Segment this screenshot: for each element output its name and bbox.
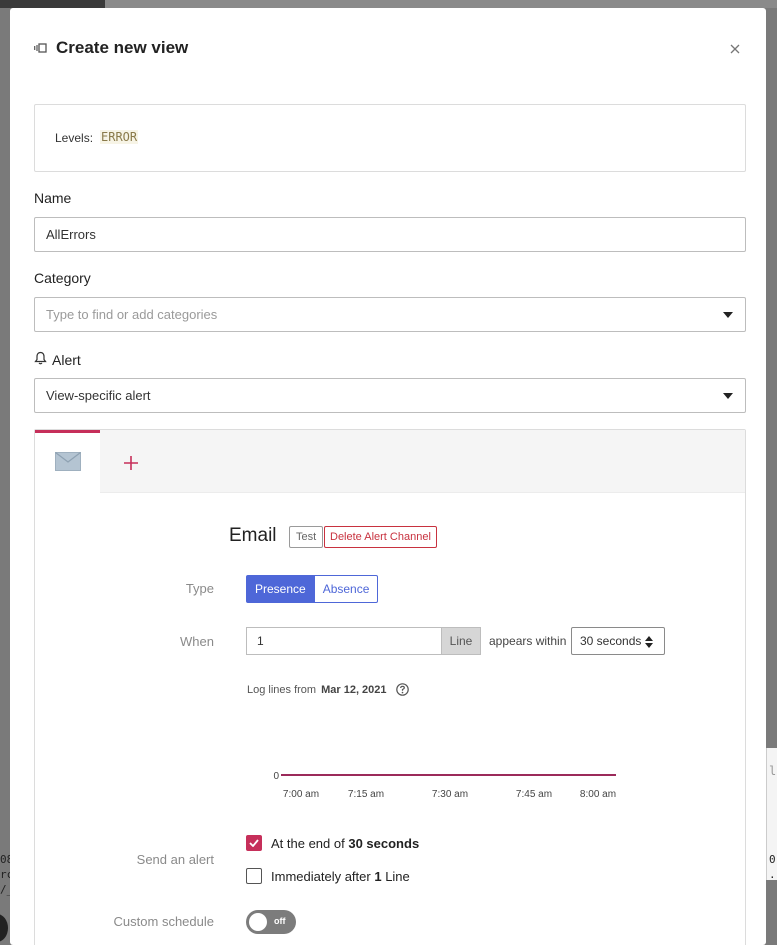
chevron-down-icon[interactable] xyxy=(723,312,733,318)
log-lines-prefix: Log lines from xyxy=(247,683,317,696)
when-label: When xyxy=(180,634,214,649)
type-presence-button[interactable]: Presence xyxy=(246,575,315,603)
create-view-modal: Create new view Levels: ERROR Name AllEr… xyxy=(10,8,766,945)
toggle-state-text: off xyxy=(274,916,286,926)
when-count-input[interactable]: 1 xyxy=(246,627,442,655)
sort-arrows-icon xyxy=(645,636,653,648)
log-lines-date: Mar 12, 2021 xyxy=(321,683,387,696)
category-input[interactable]: Type to find or add categories xyxy=(34,297,746,332)
category-placeholder: Type to find or add categories xyxy=(46,307,218,322)
channel-tabs xyxy=(35,430,745,494)
custom-schedule-label: Custom schedule xyxy=(113,914,214,929)
name-input[interactable]: AllErrors xyxy=(34,217,746,252)
test-button[interactable]: Test xyxy=(289,526,324,548)
when-unit-addon: Line xyxy=(441,627,481,655)
alert-label: Alert xyxy=(34,351,81,368)
chevron-down-icon[interactable] xyxy=(723,393,733,399)
x-tick-label: 7:45 am xyxy=(516,789,552,800)
option-end-of-window[interactable]: At the end of 30 seconds xyxy=(246,835,419,851)
log-lines-caption: Log lines from Mar 12, 2021 xyxy=(247,683,409,696)
name-label: Name xyxy=(34,190,72,206)
view-icon xyxy=(34,43,47,53)
alert-channel-panel: Email Test Delete Alert Channel Type Pre… xyxy=(34,429,746,945)
x-tick-label: 7:30 am xyxy=(432,789,468,800)
custom-schedule-toggle[interactable]: off xyxy=(246,910,296,934)
backdrop-text-right-top: li xyxy=(769,764,777,778)
modal-header: Create new view xyxy=(34,38,188,58)
x-tick-label: 7:15 am xyxy=(348,789,384,800)
delete-alert-channel-button[interactable]: Delete Alert Channel xyxy=(324,526,437,548)
alert-select[interactable]: View-specific alert xyxy=(34,378,746,413)
x-tick-label: 7:00 am xyxy=(283,789,319,800)
help-icon[interactable] xyxy=(395,683,409,696)
alert-label-text: Alert xyxy=(52,351,81,368)
backdrop-topbar xyxy=(105,0,777,8)
send-alert-label: Send an alert xyxy=(136,852,214,867)
checkbox-checked[interactable] xyxy=(246,835,262,851)
category-label: Category xyxy=(34,270,91,286)
appears-within-label: appears within xyxy=(489,634,567,648)
backdrop-avatar xyxy=(0,914,8,942)
type-segmented-control: Presence Absence xyxy=(246,575,379,603)
tab-email[interactable] xyxy=(35,430,100,494)
type-absence-button[interactable]: Absence xyxy=(314,575,379,603)
within-select-value: 30 seconds xyxy=(580,634,642,648)
option-immediately[interactable]: Immediately after 1 Line xyxy=(246,868,410,884)
add-channel-icon[interactable] xyxy=(121,453,141,473)
modal-title: Create new view xyxy=(56,38,189,57)
y-tick-label: 0 xyxy=(273,771,279,782)
levels-value: ERROR xyxy=(100,130,139,144)
within-select[interactable]: 30 seconds xyxy=(571,627,665,655)
type-label: Type xyxy=(185,581,214,596)
log-volume-chart: 0 7:00 am 7:15 am 7:30 am 7:45 am 8:00 am xyxy=(273,771,616,800)
bell-icon xyxy=(34,351,47,368)
backdrop-topbar-dark xyxy=(0,0,105,8)
email-icon xyxy=(54,451,81,476)
when-count-value: 1 xyxy=(257,634,264,648)
levels-label: Levels: xyxy=(55,131,94,145)
option-immediate-text: Immediately after 1 Line xyxy=(271,868,410,884)
name-input-value: AllErrors xyxy=(46,227,96,242)
channel-title: Email xyxy=(229,525,277,546)
toggle-knob xyxy=(249,913,267,931)
option-end-text: At the end of 30 seconds xyxy=(271,835,420,851)
x-tick-label: 8:00 am xyxy=(580,789,616,800)
backdrop-text-right: 0 . xyxy=(769,853,776,881)
checkbox-unchecked[interactable] xyxy=(246,868,262,884)
query-summary: Levels: ERROR xyxy=(34,104,746,172)
close-icon[interactable] xyxy=(728,42,742,56)
alert-select-value: View-specific alert xyxy=(46,388,151,403)
